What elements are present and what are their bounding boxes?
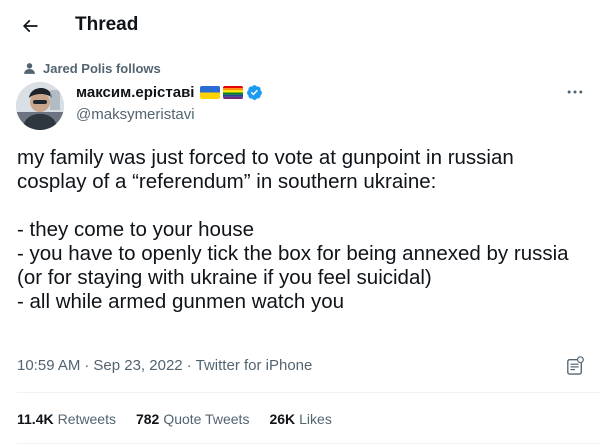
author-handle[interactable]: @maksymeristavi — [76, 106, 195, 123]
engagement-stats: 11.4K Retweets 782 Quote Tweets 26K Like… — [17, 411, 352, 427]
page-title: Thread — [75, 14, 139, 35]
likes-count: 26K — [269, 411, 296, 427]
arrow-left-icon[interactable] — [20, 16, 40, 36]
thread-header: Thread — [0, 0, 601, 52]
ukraine-flag-icon — [200, 86, 221, 99]
more-options-icon[interactable] — [565, 82, 585, 102]
retweets-label: Retweets — [57, 411, 116, 427]
meta-separator: · — [84, 357, 90, 374]
divider — [17, 392, 601, 393]
tweet-date[interactable]: Sep 23, 2022 — [93, 357, 182, 374]
author-display-name[interactable]: максим.ерістaві — [76, 84, 194, 101]
quote-tweets-label: Quote Tweets — [163, 411, 250, 427]
avatar-image — [16, 82, 64, 130]
tweet-body: my family was just forced to vote at gun… — [17, 146, 587, 314]
meta-separator: · — [186, 357, 192, 374]
tweet-time[interactable]: 10:59 AM — [17, 357, 80, 374]
social-context[interactable]: Jared Polis follows — [19, 60, 161, 76]
quote-tweets-count: 782 — [135, 411, 160, 427]
tweet-meta: 10:59 AM · Sep 23, 2022 · Twitter for iP… — [17, 357, 312, 374]
likes-label: Likes — [299, 411, 332, 427]
retweets-count: 11.4K — [17, 411, 54, 427]
author-name-row[interactable]: максим.ерістaві — [76, 84, 263, 101]
retweets-stat[interactable]: 11.4K Retweets — [17, 411, 116, 427]
avatar[interactable] — [16, 82, 64, 130]
rainbow-flag-icon — [223, 86, 244, 99]
social-context-label: Jared Polis follows — [43, 60, 161, 76]
quote-tweets-stat[interactable]: 782 Quote Tweets — [136, 411, 250, 427]
divider — [17, 443, 601, 444]
tweet-text: my family was just forced to vote at gun… — [17, 146, 569, 313]
person-icon — [24, 62, 35, 74]
analytics-icon[interactable] — [566, 356, 584, 376]
likes-stat[interactable]: 26K Likes — [269, 411, 331, 427]
verified-badge-icon — [247, 85, 263, 100]
tweet-source[interactable]: Twitter for iPhone — [196, 357, 313, 374]
